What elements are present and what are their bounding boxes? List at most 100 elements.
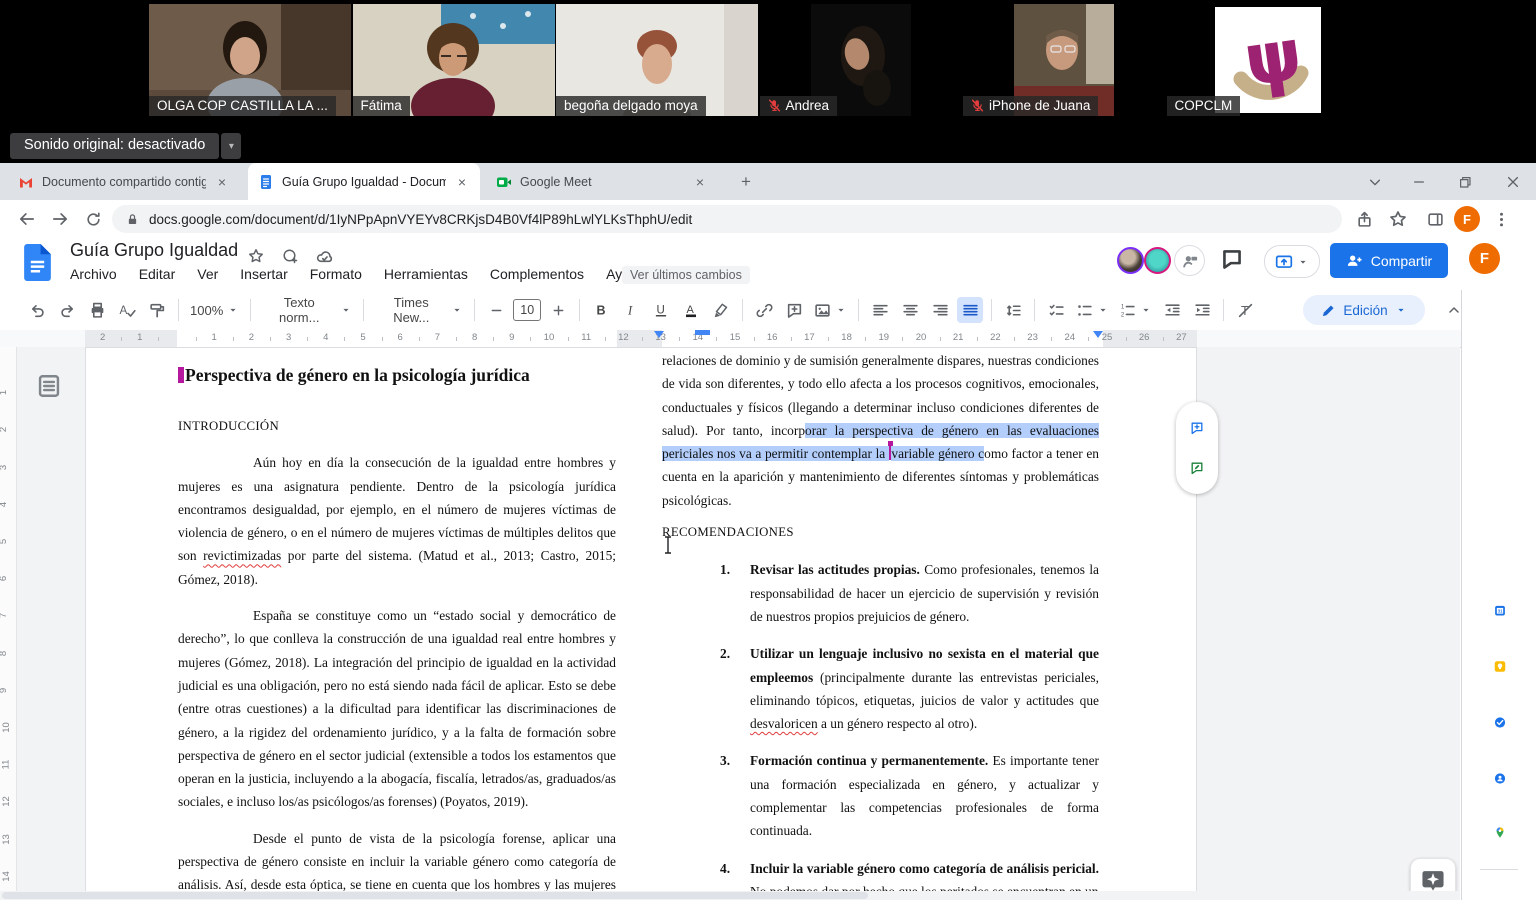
editing-mode-button[interactable]: Edición — [1303, 295, 1425, 325]
spellcheck-button[interactable]: A — [114, 297, 140, 323]
new-tab-button[interactable]: + — [734, 170, 758, 194]
document-page[interactable]: Perspectiva de género en la psicología j… — [85, 347, 1197, 900]
line-spacing-button[interactable] — [1000, 297, 1026, 323]
underline-button[interactable]: U — [648, 297, 674, 323]
align-right-button[interactable] — [927, 297, 953, 323]
undo-button[interactable] — [24, 297, 50, 323]
star-document-icon[interactable] — [246, 246, 266, 266]
font-size-field[interactable]: 10 — [513, 299, 541, 321]
browser-tab[interactable]: Google Meet× — [486, 163, 718, 200]
first-line-indent-marker[interactable] — [695, 330, 710, 335]
paint-format-button[interactable] — [144, 297, 170, 323]
justify-button[interactable] — [957, 297, 983, 323]
close-tab-icon[interactable]: × — [454, 174, 470, 190]
menu-insertar[interactable]: Insertar — [240, 266, 287, 282]
participant-tile[interactable]: ψCOPCLM — [1167, 4, 1369, 116]
svg-text:B: B — [597, 304, 606, 318]
left-indent-marker[interactable] — [654, 331, 664, 338]
ruler-number: 1 — [212, 332, 217, 343]
browser-menu-kebab-icon[interactable] — [1489, 207, 1513, 231]
add-comment-margin-button[interactable] — [1184, 415, 1210, 441]
participant-tile[interactable]: Fátima — [353, 4, 555, 116]
original-sound-status[interactable]: Sonido original: desactivado — [10, 133, 219, 159]
window-close-icon[interactable] — [1500, 169, 1526, 195]
anonymous-viewers-button[interactable] — [1174, 245, 1205, 276]
side-panel-icon[interactable] — [1423, 207, 1447, 231]
horizontal-ruler[interactable]: 2112345678910111213141516171819202122232… — [0, 330, 1536, 348]
suggest-edits-button[interactable] — [1184, 455, 1210, 481]
menu-editar[interactable]: Editar — [139, 266, 176, 282]
clear-formatting-button[interactable]: T — [1232, 297, 1258, 323]
back-icon[interactable] — [14, 206, 40, 232]
collaborator-avatar[interactable] — [1117, 247, 1144, 274]
italic-button[interactable]: I — [618, 297, 644, 323]
menu-ver[interactable]: Ver — [197, 266, 218, 282]
participant-tile[interactable]: iPhone de Juana — [963, 4, 1165, 116]
window-chevron-icon[interactable] — [1362, 169, 1388, 195]
url-field[interactable]: docs.google.com/document/d/1IyNPpApnVYEY… — [112, 205, 1342, 233]
checklist-button[interactable] — [1043, 297, 1069, 323]
share-page-icon[interactable] — [1352, 207, 1376, 231]
keep-icon[interactable] — [1488, 654, 1512, 678]
docs-menubar: Archivo Editar Ver Insertar Formato Herramien… — [70, 266, 646, 282]
numbered-list-button[interactable]: 12 — [1116, 297, 1155, 323]
text-color-button[interactable]: A — [678, 297, 704, 323]
document-title[interactable]: Guía Grupo Igualdad — [70, 240, 238, 261]
scrollbar-thumb[interactable] — [2, 892, 868, 899]
browser-profile-avatar[interactable]: F — [1454, 206, 1480, 232]
insert-link-button[interactable] — [751, 297, 777, 323]
print-button[interactable] — [84, 297, 110, 323]
bold-button[interactable]: B — [588, 297, 614, 323]
align-left-button[interactable] — [867, 297, 893, 323]
show-outline-button[interactable] — [30, 372, 56, 398]
access-status-icon[interactable] — [280, 246, 300, 266]
increase-indent-button[interactable] — [1189, 297, 1215, 323]
bookmark-star-icon[interactable] — [1386, 207, 1410, 231]
comment-history-icon[interactable] — [1221, 248, 1243, 270]
window-minimize-icon[interactable] — [1406, 169, 1432, 195]
original-sound-dropdown[interactable]: ▾ — [221, 133, 241, 159]
redo-button[interactable] — [54, 297, 80, 323]
menu-complementos[interactable]: Complementos — [490, 266, 584, 282]
collaborator-avatar[interactable] — [1144, 247, 1171, 274]
menu-archivo[interactable]: Archivo — [70, 266, 117, 282]
maps-icon[interactable] — [1488, 820, 1512, 844]
tasks-icon[interactable] — [1488, 710, 1512, 734]
decrease-indent-button[interactable] — [1159, 297, 1185, 323]
close-tab-icon[interactable]: × — [692, 174, 708, 190]
zoom-select[interactable]: 100% — [187, 297, 242, 323]
align-center-button[interactable] — [897, 297, 923, 323]
participant-tile[interactable]: begoña delgado moya — [556, 4, 758, 116]
browser-tab[interactable]: Documento compartido contigo× — [8, 163, 240, 200]
last-changes-link[interactable]: Ver últimos cambios — [622, 266, 750, 284]
horizontal-scrollbar[interactable] — [0, 891, 1460, 900]
close-tab-icon[interactable]: × — [214, 174, 230, 190]
highlight-color-button[interactable] — [708, 297, 734, 323]
paragraph-style-select[interactable]: Texto norm... — [259, 297, 355, 323]
ruler-number: 17 — [804, 332, 815, 343]
google-docs-icon[interactable] — [24, 244, 51, 281]
menu-formato[interactable]: Formato — [310, 266, 362, 282]
vertical-ruler[interactable]: 1234567891011121314 — [0, 347, 17, 900]
menu-herramientas[interactable]: Herramientas — [384, 266, 468, 282]
font-select[interactable]: Times New... — [372, 297, 466, 323]
browser-tab[interactable]: Guía Grupo Igualdad - Documen× — [248, 163, 480, 200]
svg-text:31: 31 — [1498, 608, 1503, 613]
bullet-list-button[interactable] — [1073, 297, 1112, 323]
add-comment-button[interactable] — [781, 297, 807, 323]
forward-icon[interactable] — [47, 206, 73, 232]
present-button[interactable] — [1264, 245, 1320, 278]
right-indent-marker[interactable] — [1093, 331, 1103, 338]
insert-image-button[interactable] — [811, 297, 850, 323]
window-restore-icon[interactable] — [1452, 169, 1478, 195]
contacts-icon[interactable] — [1488, 766, 1512, 790]
participant-tile[interactable]: OLGA COP CASTILLA LA ... — [149, 4, 351, 116]
lock-icon — [126, 213, 139, 226]
account-avatar[interactable]: F — [1469, 243, 1500, 274]
calendar-icon[interactable]: 31 — [1488, 598, 1512, 622]
decrease-font-size-button[interactable] — [483, 297, 509, 323]
participant-tile[interactable]: Andrea — [760, 4, 962, 116]
increase-font-size-button[interactable] — [545, 297, 571, 323]
share-button[interactable]: Compartir — [1330, 243, 1448, 278]
reload-icon[interactable] — [80, 206, 106, 232]
